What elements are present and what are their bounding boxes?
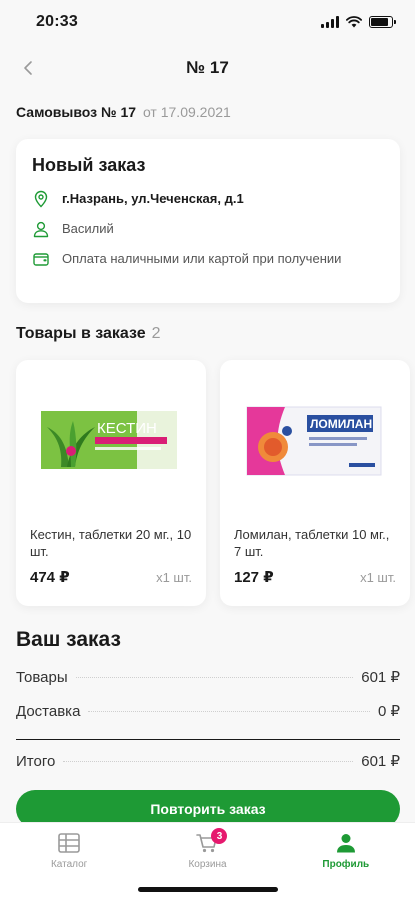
summary-divider bbox=[16, 739, 400, 740]
status-time: 20:33 bbox=[36, 13, 78, 30]
delivery-label: Доставка bbox=[16, 703, 81, 720]
box-brand-text: ЛОМИЛАН bbox=[310, 417, 372, 431]
cart-badge: 3 bbox=[211, 828, 228, 844]
customer-row: Василий bbox=[32, 220, 384, 238]
tab-label: Корзина bbox=[188, 859, 227, 870]
product-quantity: x1 шт. bbox=[360, 570, 396, 585]
product-price-row: 474 ₽ x1 шт. bbox=[30, 568, 192, 586]
address-row: г.Назрань, ул.Чеченская, д.1 bbox=[32, 190, 384, 208]
medicine-box-image: ЛОМИЛАН bbox=[246, 406, 382, 476]
tab-label: Каталог bbox=[50, 859, 88, 870]
product-card[interactable]: ЛОМИЛАН Ломилан, таблетки 10 мг., 7 шт. … bbox=[220, 360, 410, 606]
product-price-row: 127 ₽ x1 шт. bbox=[234, 568, 396, 586]
product-name: Ломилан, таблетки 10 мг., 7 шт. bbox=[234, 527, 390, 559]
pickup-date: от 17.09.2021 bbox=[142, 104, 231, 120]
box-brand-text: КЕСТИН bbox=[97, 420, 157, 437]
product-price: 474 ₽ bbox=[30, 569, 70, 586]
signal-icon bbox=[321, 16, 339, 28]
dotted-leader bbox=[75, 677, 354, 678]
product-quantity: x1 шт. bbox=[156, 570, 192, 585]
battery-icon bbox=[369, 16, 396, 28]
summary-goods-row: Товары 601 ₽ bbox=[16, 668, 400, 686]
pickup-header: Самовывоз № 17 от 17.09.2021 bbox=[16, 104, 231, 120]
dotted-leader bbox=[63, 761, 354, 762]
tab-label: Профиль bbox=[322, 859, 370, 870]
product-price: 127 ₽ bbox=[234, 569, 274, 586]
profile-icon bbox=[336, 834, 355, 853]
location-pin-icon bbox=[34, 190, 48, 208]
status-icons bbox=[321, 16, 396, 28]
payment-row: Оплата наличными или картой при получени… bbox=[32, 250, 384, 268]
product-name: Кестин, таблетки 20 мг., 10 шт. bbox=[30, 527, 192, 559]
products-title: Товары в заказе bbox=[16, 325, 146, 342]
medicine-box-image: КЕСТИН bbox=[41, 411, 177, 469]
status-bar: 20:33 bbox=[0, 0, 415, 44]
summary-title: Ваш заказ bbox=[16, 628, 121, 651]
tab-catalog[interactable]: Каталог bbox=[19, 833, 119, 900]
product-image: КЕСТИН bbox=[30, 360, 192, 520]
payment-method: Оплата наличными или картой при получени… bbox=[62, 251, 342, 266]
order-info-card: Новый заказ г.Назрань, ул.Чеченская, д.1… bbox=[16, 139, 400, 303]
products-section-title: Товары в заказе 2 bbox=[16, 325, 161, 343]
page-title: № 17 bbox=[186, 58, 229, 77]
product-card[interactable]: КЕСТИН Кестин, таблетки 20 мг., 10 шт. 4… bbox=[16, 360, 206, 606]
total-label: Итого bbox=[16, 753, 56, 770]
back-button[interactable] bbox=[14, 54, 42, 82]
summary-total-row: Итого 601 ₽ bbox=[16, 752, 400, 770]
nav-bar: № 17 bbox=[0, 44, 415, 92]
delivery-value: 0 ₽ bbox=[377, 703, 400, 720]
product-image: ЛОМИЛАН bbox=[234, 360, 396, 520]
dotted-leader bbox=[88, 711, 370, 712]
catalog-icon bbox=[58, 833, 80, 853]
pickup-title: Самовывоз № 17 bbox=[16, 104, 137, 120]
goods-value: 601 ₽ bbox=[361, 669, 400, 686]
wifi-icon bbox=[346, 16, 362, 28]
wallet-icon bbox=[33, 253, 49, 266]
user-icon bbox=[33, 221, 49, 238]
home-indicator bbox=[138, 887, 278, 892]
summary-delivery-row: Доставка 0 ₽ bbox=[16, 702, 400, 720]
goods-label: Товары bbox=[16, 669, 68, 686]
customer-name: Василий bbox=[62, 221, 114, 236]
order-status: Новый заказ bbox=[32, 155, 146, 175]
chevron-left-icon bbox=[24, 61, 32, 75]
total-value: 601 ₽ bbox=[361, 753, 400, 770]
products-count: 2 bbox=[151, 325, 161, 342]
tab-profile[interactable]: Профиль bbox=[296, 833, 396, 900]
address-text: г.Назрань, ул.Чеченская, д.1 bbox=[62, 191, 244, 206]
